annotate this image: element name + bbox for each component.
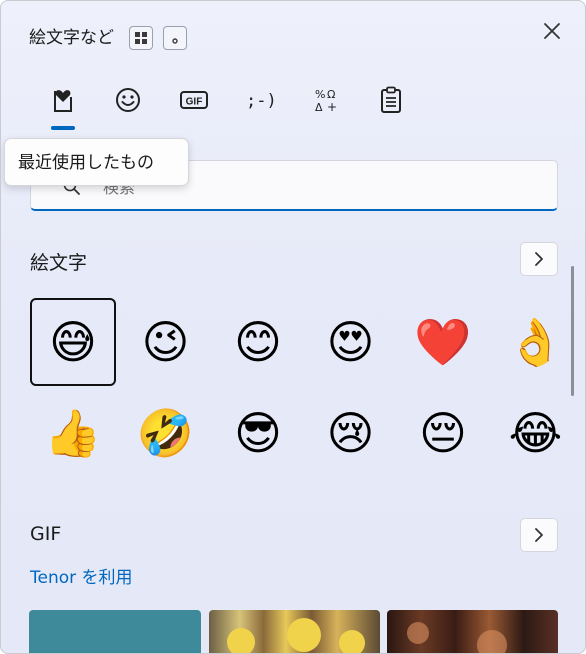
emoji-glyph: 😅 [49,315,97,369]
emoji-item[interactable]: 😊 [215,298,301,386]
emoji-glyph: 🤣 [136,406,195,460]
emoji-glyph: 👍 [44,406,102,460]
grid-icon [135,32,147,44]
kaomoji-icon: ;-) [246,91,277,111]
tab-gif[interactable]: GIF [171,81,215,121]
scrollbar-thumb[interactable] [571,266,574,396]
svg-text:%: % [315,88,325,101]
ime-mode-button[interactable] [163,26,187,50]
emoji-glyph: 😊 [234,315,282,369]
tenor-link[interactable]: Tenor を利用 [30,563,133,588]
active-tab-indicator [51,126,75,130]
emoji-glyph: 😢 [326,406,375,460]
emoji-item[interactable]: 👌 [493,298,579,386]
chevron-right-icon [535,528,543,542]
emoji-item[interactable]: 😔 [400,389,486,477]
gif-blob [339,630,365,653]
heart-clipboard-icon [54,90,72,112]
clipboard-icon [381,86,401,113]
gif-thumbnail[interactable] [29,610,201,653]
close-button[interactable] [539,18,565,44]
window-title: 絵文字など [29,28,114,48]
tab-emoji[interactable] [106,81,150,121]
emoji-panel: 絵文字など GIF ;-) % Ω Δ + 検索 最近使用したもの 絵文字 😅 … [0,0,586,654]
kaomoji-icon-label: ;-) [246,91,277,111]
gif-thumbnail[interactable] [387,610,558,653]
gif-icon: GIF [180,91,208,109]
tooltip: 最近使用したもの [4,138,189,186]
emoji-glyph: 😍 [326,315,375,369]
tab-symbols[interactable]: % Ω Δ + [304,81,348,121]
gif-icon-label: GIF [186,97,203,108]
emoji-glyph: 😉 [141,315,190,369]
emoji-glyph: 😔 [419,406,467,460]
emoji-item[interactable]: 😅 [30,298,116,386]
tab-kaomoji[interactable]: ;-) [236,81,280,121]
emoji-item[interactable]: 😍 [308,298,394,386]
gif-blob [477,630,507,653]
emoji-item[interactable]: 😂 [493,389,579,477]
emoji-section-title: 絵文字 [30,252,88,274]
emoji-glyph: 👌 [506,315,565,369]
gif-thumbnail[interactable] [209,610,380,653]
symbols-icon: % Ω Δ + [315,88,337,114]
gif-section-title: GIF [30,523,62,545]
emoji-item[interactable]: 👍 [30,389,116,477]
pin-layout-button[interactable] [129,26,153,50]
smiley-icon [116,88,140,112]
emoji-item[interactable]: 😢 [308,389,394,477]
svg-text:+: + [327,100,337,114]
emoji-more-button[interactable] [520,242,558,276]
emoji-item[interactable]: 😎 [215,389,301,477]
emoji-item[interactable]: 🤣 [123,389,209,477]
emoji-item[interactable]: 😉 [123,298,209,386]
tab-recent[interactable] [41,81,85,121]
emoji-glyph: 😎 [234,406,282,460]
emoji-item[interactable]: ❤️ [400,298,486,386]
chevron-right-icon [535,252,543,266]
svg-text:Δ: Δ [315,101,323,114]
close-icon [544,23,560,39]
gif-blob [407,622,429,644]
period-icon [172,38,178,44]
emoji-glyph: 😂 [508,406,563,460]
tab-clipboard[interactable] [369,81,413,121]
emoji-glyph: ❤️ [414,315,472,369]
gif-blob [287,618,321,652]
gif-more-button[interactable] [520,518,558,552]
gif-blob [227,628,255,653]
